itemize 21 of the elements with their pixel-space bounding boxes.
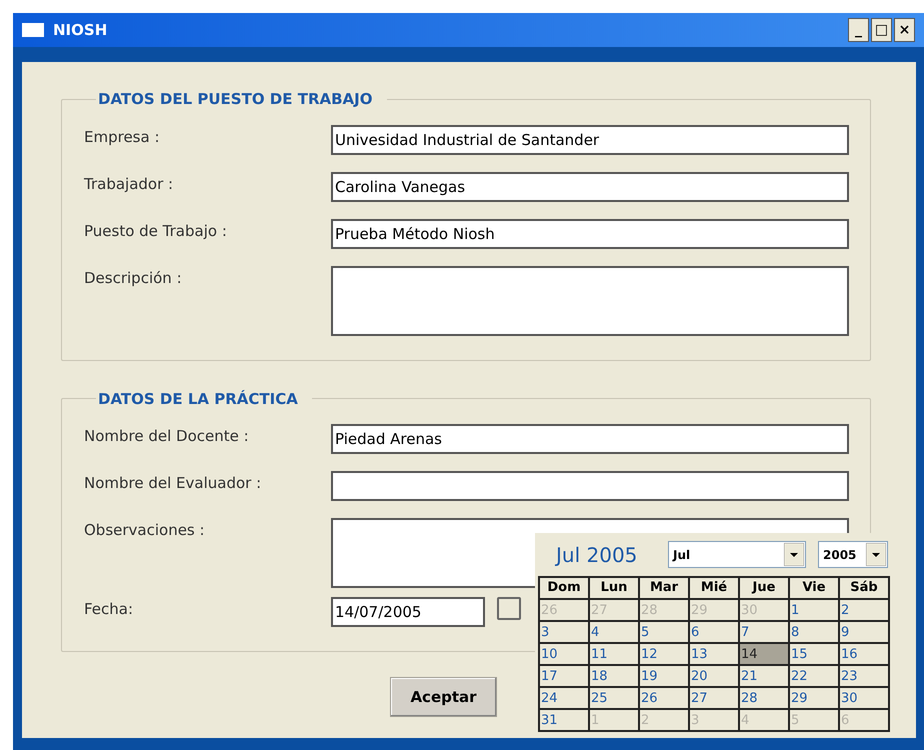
group-title: DATOS DEL PUESTO DE TRABAJO	[97, 89, 374, 110]
weekday-header: Vie	[790, 578, 838, 598]
weekday-header: Sáb	[840, 578, 888, 598]
window-title: NIOSH	[53, 20, 108, 41]
weekday-header: Dom	[540, 578, 588, 598]
year-value: 2005	[822, 546, 858, 564]
field-label: Nombre del Docente :	[84, 426, 250, 447]
field-label: Empresa :	[84, 126, 161, 148]
field-label: Puesto de Trabajo :	[84, 220, 228, 242]
calendar-title: Jul 2005	[556, 542, 638, 568]
field-label: Descripción :	[84, 268, 183, 288]
weekday-header: Lun	[590, 578, 638, 598]
field-label: Nombre del Evaluador :	[84, 473, 262, 494]
field-label: Fecha:	[84, 599, 134, 620]
weekday-header: Mar	[640, 578, 688, 598]
group-title: DATOS DE LA PRÁCTICA	[97, 388, 299, 410]
weekday-header: Mié	[690, 578, 738, 598]
weekday-header: Jue	[740, 578, 788, 598]
field-label: Observaciones :	[84, 520, 206, 541]
field-label: Trabajador :	[84, 174, 174, 194]
month-value: Jul	[671, 546, 692, 564]
